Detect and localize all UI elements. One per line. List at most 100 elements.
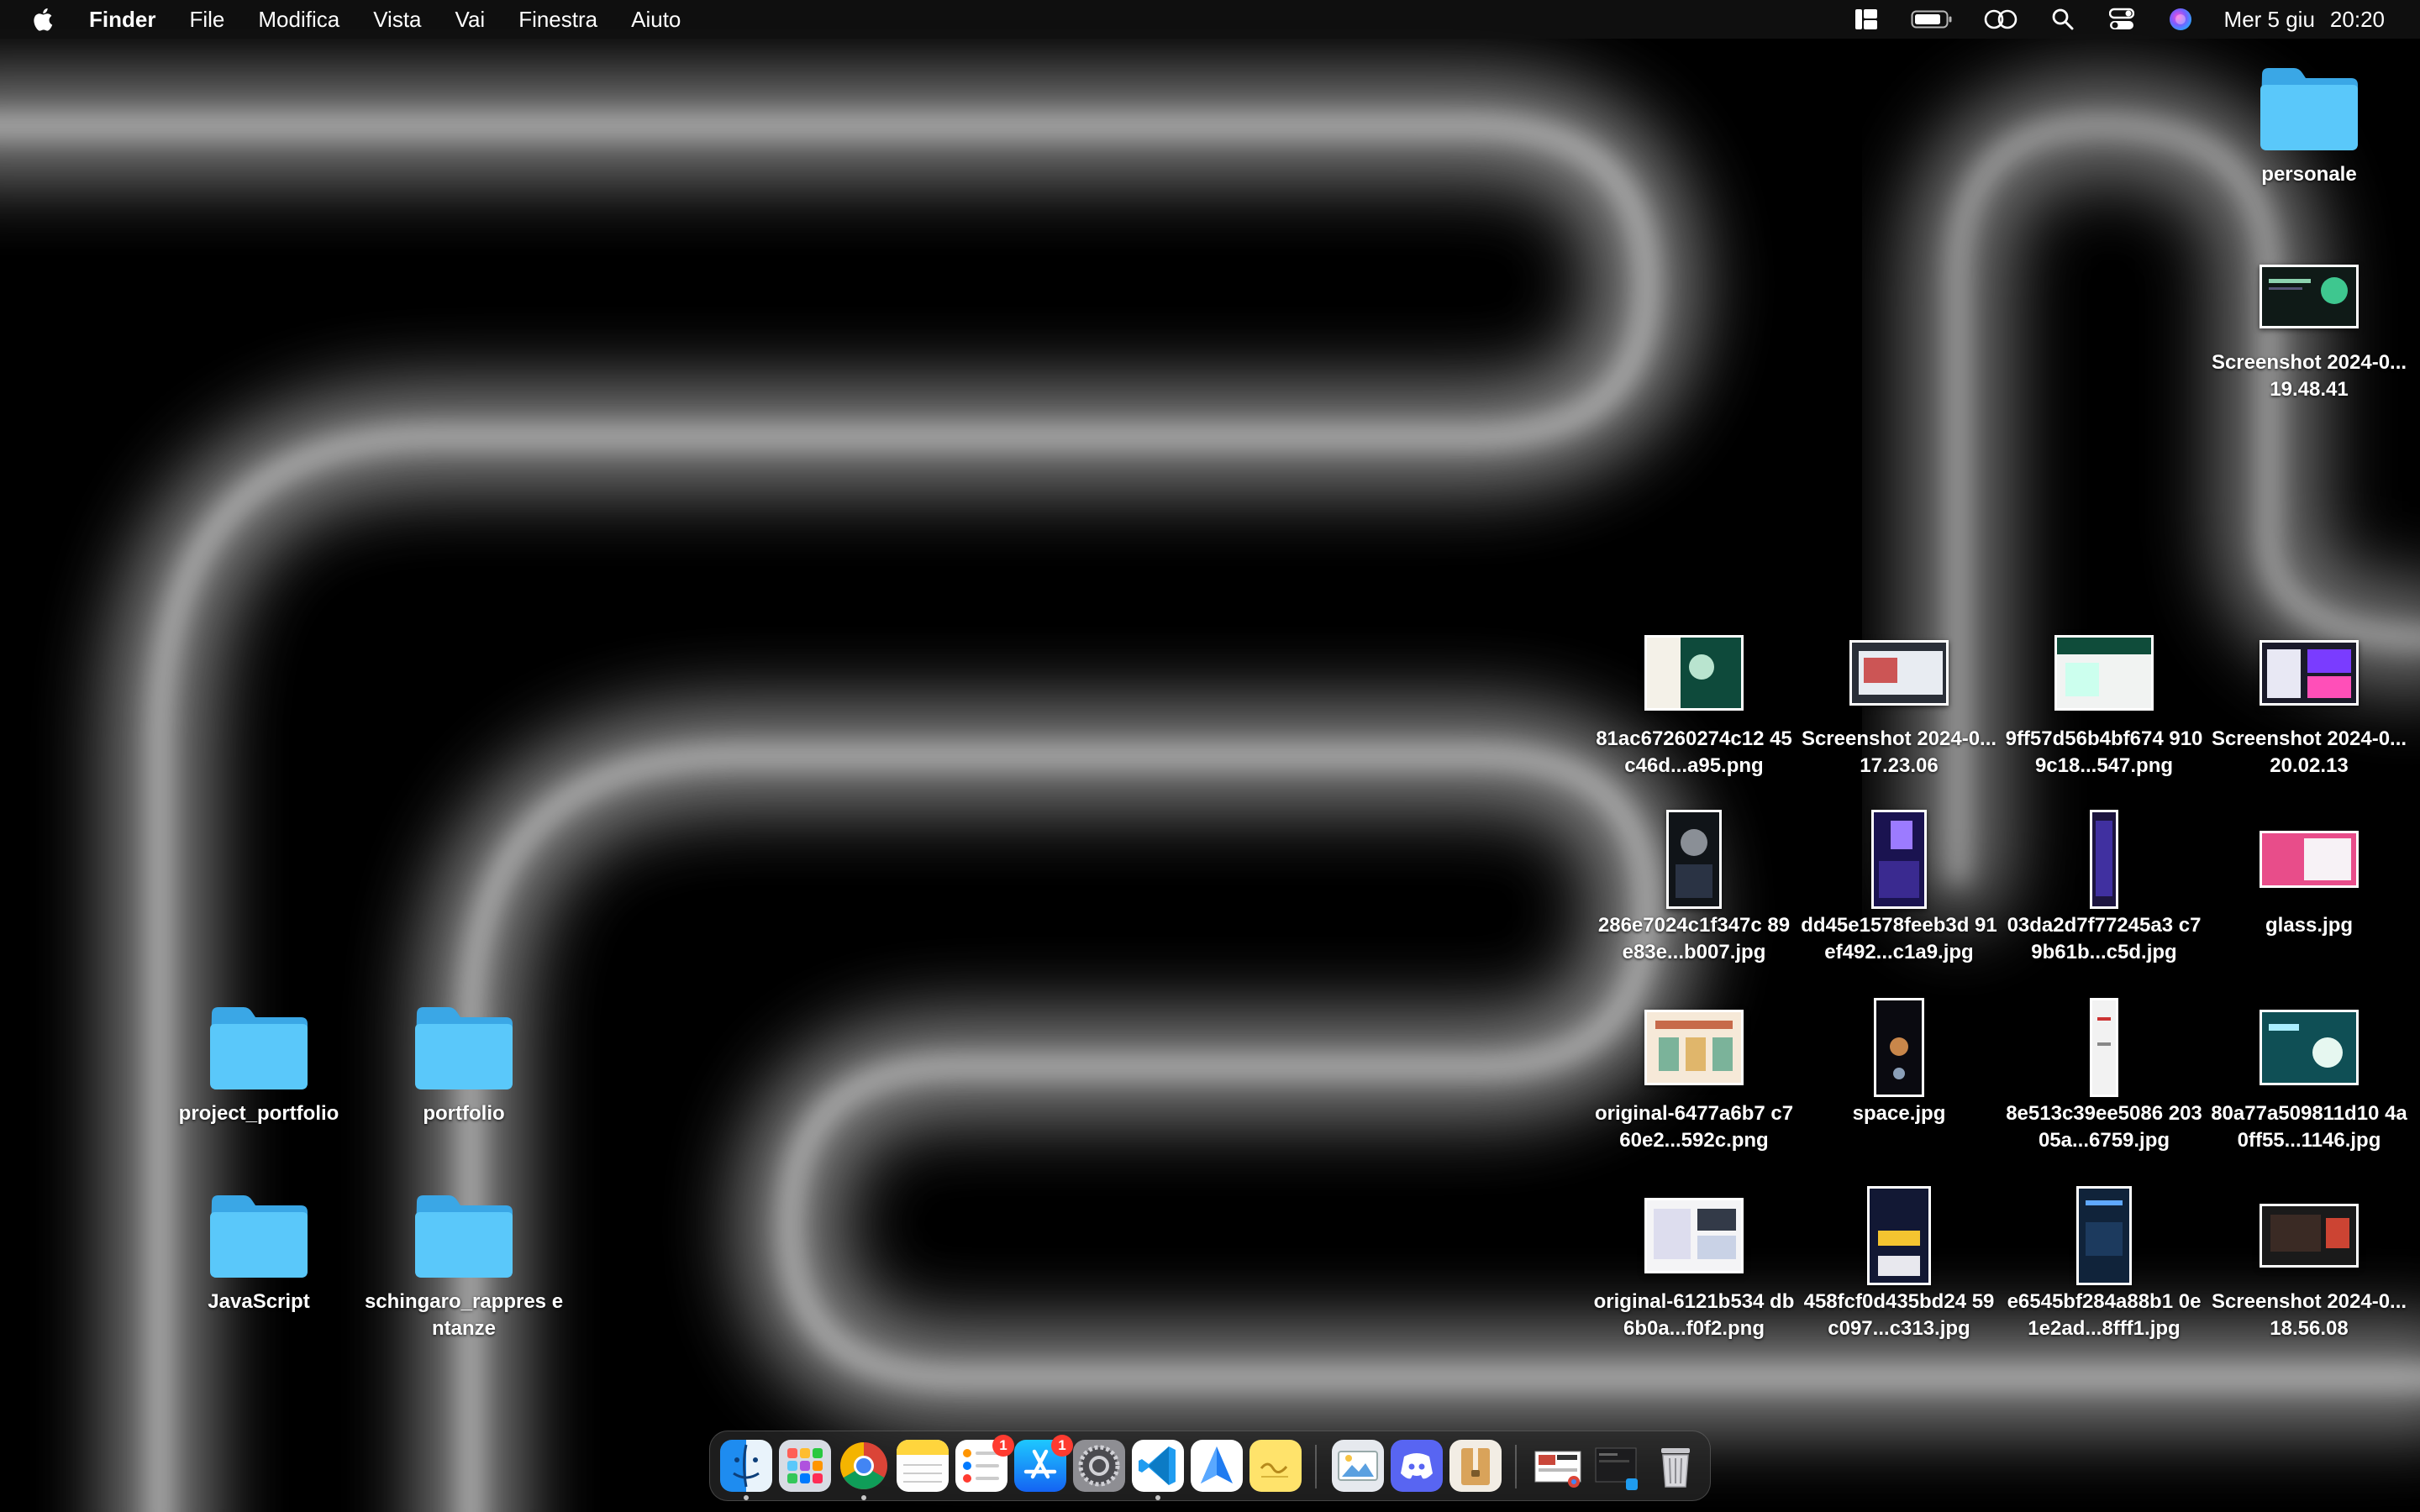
desktop-file[interactable]: Screenshot 2024-0...17.23.06: [1798, 627, 2000, 780]
image-thumbnail: [2049, 998, 2159, 1097]
dock-app-notes[interactable]: [897, 1440, 949, 1492]
image-thumbnail: [1639, 1189, 1749, 1282]
image-thumbnail: [2254, 813, 2364, 906]
dock-app-preview[interactable]: [1332, 1440, 1384, 1492]
desktop-file[interactable]: Screenshot 2024-0...19.48.41: [2208, 250, 2410, 403]
clock-date[interactable]: Mer 5 giu: [2224, 7, 2315, 33]
dock-separator: [1315, 1445, 1317, 1488]
dock-separator: [1515, 1445, 1517, 1488]
dock-app-archive-utility[interactable]: [1449, 1440, 1502, 1492]
desktop-file[interactable]: dd45e1578feeb3d 91ef492...c1a9.jpg: [1798, 810, 2000, 966]
image-thumbnail: [2254, 1001, 2364, 1094]
finder-icon: [733, 1444, 760, 1488]
image-thumbnail: [2254, 627, 2364, 719]
dock-app-reminders[interactable]: 1: [955, 1435, 1014, 1492]
stage-manager-icon[interactable]: [1851, 4, 1881, 34]
image-thumbnail: [1844, 998, 1954, 1097]
spotlight-search-icon[interactable]: [2048, 4, 2078, 34]
archive-icon: [1461, 1448, 1490, 1485]
desktop-file[interactable]: glass.jpg: [2208, 813, 2410, 939]
dock-recent-windows-stack[interactable]: [1591, 1440, 1643, 1492]
system-settings-icon: [1078, 1445, 1120, 1487]
desktop-file[interactable]: space.jpg: [1798, 998, 2000, 1127]
apple-menu-icon[interactable]: [32, 5, 57, 34]
notes-icon: [897, 1440, 949, 1483]
notification-badge: 1: [992, 1435, 1014, 1457]
dock-app-discord[interactable]: [1391, 1440, 1443, 1492]
desktop-file[interactable]: 286e7024c1f347c 89e83e...b007.jpg: [1593, 810, 1795, 966]
menu-modifica[interactable]: Modifica: [258, 7, 339, 33]
desktop-folder[interactable]: project_portfolio: [158, 1001, 360, 1127]
image-thumbnail: [2049, 810, 2159, 909]
desktop-file[interactable]: 80a77a509811d10 4a0ff55...1146.jpg: [2208, 1001, 2410, 1154]
desktop-folder[interactable]: personale: [2208, 62, 2410, 188]
image-thumbnail: [2254, 1189, 2364, 1282]
image-thumbnail: [2049, 1186, 2159, 1285]
clock-time[interactable]: 20:20: [2330, 7, 2385, 33]
desktop-file[interactable]: 03da2d7f77245a3 c79b61b...c5d.jpg: [2003, 810, 2205, 966]
launchpad-icon: [787, 1448, 823, 1483]
dock-app-stickies[interactable]: [1249, 1440, 1302, 1492]
preview-icon: [1338, 1451, 1378, 1481]
image-thumbnail: [2049, 627, 2159, 719]
desktop-file[interactable]: 9ff57d56b4bf674 9109c18...547.png: [2003, 627, 2205, 780]
notification-badge: 1: [1051, 1435, 1073, 1457]
desktop-file[interactable]: Screenshot 2024-0...20.02.13: [2208, 627, 2410, 780]
dock-app-vscode[interactable]: [1132, 1440, 1184, 1492]
dock-app-system-settings[interactable]: [1073, 1440, 1125, 1492]
menu-finestra[interactable]: Finestra: [518, 7, 597, 33]
active-app-name[interactable]: Finder: [89, 7, 155, 33]
dock-app-spark[interactable]: [1191, 1440, 1243, 1492]
image-thumbnail: [2254, 250, 2364, 343]
dock-app-chrome[interactable]: [838, 1440, 890, 1492]
recent-stack-icon: [1534, 1451, 1581, 1488]
image-thumbnail: [1844, 627, 1954, 719]
image-thumbnail: [1639, 810, 1749, 909]
siri-icon[interactable]: [2165, 4, 2196, 34]
dock-app-trash[interactable]: [1649, 1440, 1702, 1492]
desktop[interactable]: Finder File Modifica Vista Vai Finestra …: [0, 0, 2420, 1512]
image-thumbnail: [1844, 810, 1954, 909]
chrome-icon: [840, 1442, 887, 1489]
image-thumbnail: [1639, 627, 1749, 719]
desktop-file[interactable]: 8e513c39ee5086 20305a...6759.jpg: [2003, 998, 2205, 1154]
image-thumbnail: [1844, 1186, 1954, 1285]
menu-vai[interactable]: Vai: [455, 7, 486, 33]
stickies-icon: [1260, 1462, 1288, 1478]
folder-icon: [204, 1001, 313, 1094]
dock-app-app-store[interactable]: 1: [1014, 1435, 1073, 1492]
desktop-folder[interactable]: schingaro_rappres entanze: [363, 1189, 565, 1342]
desktop-folder[interactable]: portfolio: [363, 1001, 565, 1127]
dock-recent-documents-stack[interactable]: [1532, 1440, 1584, 1492]
trash-icon: [1661, 1448, 1690, 1488]
folder-icon: [409, 1189, 518, 1282]
battery-icon[interactable]: [1910, 4, 1954, 34]
spark-mail-icon: [1201, 1446, 1233, 1483]
desktop-file[interactable]: original-6121b534 db6b0a...f0f2.png: [1593, 1189, 1795, 1342]
dock-app-launchpad[interactable]: [779, 1440, 831, 1492]
desktop-file[interactable]: 81ac67260274c12 45c46d...a95.png: [1593, 627, 1795, 780]
desktop-folder[interactable]: JavaScript: [158, 1189, 360, 1315]
running-indicator: [861, 1495, 866, 1500]
menu-file[interactable]: File: [189, 7, 224, 33]
discord-icon: [1401, 1453, 1433, 1479]
desktop-file[interactable]: e6545bf284a88b1 0e1e2ad...8fff1.jpg: [2003, 1186, 2205, 1342]
desktop-file[interactable]: Screenshot 2024-0...18.56.08: [2208, 1189, 2410, 1342]
vscode-icon: [1139, 1446, 1176, 1485]
dock-app-finder[interactable]: [720, 1440, 772, 1492]
desktop-file[interactable]: original-6477a6b7 c760e2...592c.png: [1593, 1001, 1795, 1154]
menu-bar: Finder File Modifica Vista Vai Finestra …: [0, 0, 2420, 39]
dock: 1 1: [709, 1431, 1711, 1501]
folder-icon: [2254, 62, 2364, 155]
menu-aiuto[interactable]: Aiuto: [631, 7, 681, 33]
window-stack-icon: [1595, 1447, 1638, 1490]
running-indicator: [744, 1495, 749, 1500]
folder-icon: [204, 1189, 313, 1282]
running-indicator: [1155, 1495, 1160, 1500]
screen-mirroring-icon[interactable]: [1982, 4, 2019, 34]
menu-vista[interactable]: Vista: [373, 7, 421, 33]
control-center-icon[interactable]: [2107, 4, 2137, 34]
image-thumbnail: [1639, 1001, 1749, 1094]
folder-icon: [409, 1001, 518, 1094]
desktop-file[interactable]: 458fcf0d435bd24 59c097...c313.jpg: [1798, 1186, 2000, 1342]
